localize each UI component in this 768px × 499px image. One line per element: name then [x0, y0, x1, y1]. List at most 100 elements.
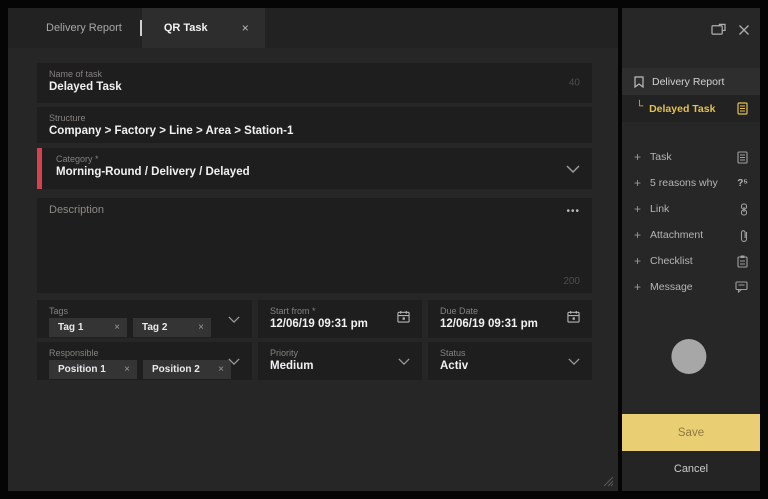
- chevron-down-icon[interactable]: [228, 352, 240, 370]
- message-icon: [735, 281, 748, 293]
- responsible-chips: Position 1 × Position 2 ×: [49, 360, 240, 379]
- start-from-label: Start from *: [270, 306, 316, 316]
- start-from-value: 12/06/19 09:31 pm: [270, 318, 368, 330]
- cancel-label: Cancel: [673, 463, 709, 475]
- form-row-dates: Tags Tag 1 × Tag 2 × Start from * 12/06/…: [37, 300, 592, 338]
- plus-icon: +: [634, 228, 642, 242]
- add-item-label: Attachment: [650, 229, 704, 241]
- sidebar-nav: Delivery Report └ Delayed Task: [622, 68, 760, 122]
- responsible-field[interactable]: Responsible Position 1 × Position 2 ×: [37, 342, 252, 380]
- sidebar-header: [622, 8, 760, 54]
- sidebar-item-label: Delivery Report: [652, 75, 725, 88]
- chevron-down-icon[interactable]: [228, 310, 240, 328]
- resize-handle[interactable]: [600, 473, 614, 487]
- sidebar-item-delayed-task[interactable]: └ Delayed Task: [622, 95, 760, 122]
- chevron-down-icon[interactable]: [566, 160, 580, 178]
- link-icon: [740, 202, 748, 216]
- due-date-value: 12/06/19 09:31 pm: [440, 318, 538, 330]
- structure-value: Company > Factory > Line > Area > Statio…: [49, 125, 294, 137]
- category-value: Morning-Round / Delivery / Delayed: [56, 166, 250, 178]
- responsible-chip-label: Position 2: [152, 364, 200, 375]
- form-row-assignment: Responsible Position 1 × Position 2 × Pr…: [37, 342, 592, 380]
- add-item-label: 5 reasons why: [650, 177, 718, 189]
- add-task-button[interactable]: + Task: [622, 144, 760, 170]
- avatar[interactable]: [671, 339, 707, 374]
- plus-icon: +: [634, 254, 642, 268]
- remove-tag-icon[interactable]: ×: [114, 322, 120, 333]
- plus-icon: +: [634, 150, 642, 164]
- app-window: Delivery Report QR Task × Name of task D…: [0, 0, 768, 499]
- char-counter: 200: [563, 276, 580, 287]
- remove-responsible-icon[interactable]: ×: [218, 364, 224, 375]
- attachment-icon: [740, 229, 748, 242]
- tag-chip[interactable]: Tag 1 ×: [49, 318, 127, 337]
- bookmark-icon: [634, 75, 644, 88]
- tab-label: Delivery Report: [46, 22, 122, 34]
- status-value: Activ: [440, 360, 469, 372]
- task-editor-panel: Delivery Report QR Task × Name of task D…: [8, 8, 618, 491]
- tag-chip[interactable]: Tag 2 ×: [133, 318, 211, 337]
- description-placeholder: Description: [49, 204, 105, 216]
- chevron-down-icon[interactable]: [568, 352, 580, 370]
- structure-label: Structure: [49, 113, 86, 123]
- add-item-label: Message: [650, 281, 693, 293]
- tags-label: Tags: [49, 306, 69, 316]
- priority-field[interactable]: Priority Medium: [258, 342, 422, 380]
- category-label: Category *: [56, 154, 99, 164]
- due-date-field[interactable]: Due Date 12/06/19 09:31 pm: [428, 300, 592, 338]
- description-field[interactable]: Description ••• 200: [37, 198, 592, 293]
- responsible-chip[interactable]: Position 1 ×: [49, 360, 137, 379]
- tab-close-icon[interactable]: ×: [228, 21, 249, 35]
- branch-icon: └: [636, 101, 644, 112]
- start-from-field[interactable]: Start from * 12/06/19 09:31 pm: [258, 300, 422, 338]
- responsible-chip-label: Position 1: [58, 364, 106, 375]
- cancel-button[interactable]: Cancel: [622, 451, 760, 491]
- char-counter: 40: [568, 77, 580, 89]
- plus-icon: +: [634, 202, 642, 216]
- save-button[interactable]: Save: [622, 414, 760, 451]
- checklist-icon: [737, 255, 748, 268]
- popout-window-icon[interactable]: [711, 23, 726, 41]
- close-icon[interactable]: [738, 23, 750, 41]
- add-item-label: Link: [650, 203, 670, 215]
- name-of-task-value[interactable]: Delayed Task: [49, 81, 580, 93]
- calendar-icon[interactable]: [397, 310, 410, 328]
- add-item-label: Checklist: [650, 255, 693, 267]
- category-field[interactable]: Category * Morning-Round / Delivery / De…: [37, 148, 592, 189]
- tab-label: QR Task: [163, 22, 208, 34]
- sidebar-item-label: Delayed Task: [649, 102, 716, 115]
- tab-delivery-report[interactable]: Delivery Report: [28, 8, 140, 48]
- structure-field[interactable]: Structure Company > Factory > Line > Are…: [37, 107, 592, 143]
- add-checklist-button[interactable]: + Checklist: [622, 248, 760, 274]
- add-item-label: Task: [650, 151, 672, 163]
- sidebar-item-delivery-report[interactable]: Delivery Report: [622, 68, 760, 95]
- tags-field[interactable]: Tags Tag 1 × Tag 2 ×: [37, 300, 252, 338]
- status-label: Status: [440, 348, 466, 358]
- calendar-icon[interactable]: [567, 310, 580, 328]
- add-link-button[interactable]: + Link: [622, 196, 760, 222]
- add-attachment-button[interactable]: + Attachment: [622, 222, 760, 248]
- responsible-chip[interactable]: Position 2 ×: [143, 360, 231, 379]
- plus-icon: +: [634, 176, 642, 190]
- task-list-icon: [737, 102, 748, 115]
- task-icon: [737, 150, 748, 164]
- tag-chip-label: Tag 1: [58, 322, 84, 333]
- due-date-label: Due Date: [440, 306, 479, 316]
- sidebar-add-section: + Task + 5 reasons why ?⁵ + Link + Attac…: [622, 144, 760, 300]
- tab-qr-task[interactable]: QR Task ×: [141, 8, 265, 48]
- five-whys-icon: ?⁵: [737, 177, 748, 189]
- add-five-whys-button[interactable]: + 5 reasons why ?⁵: [622, 170, 760, 196]
- responsible-label: Responsible: [49, 348, 99, 358]
- remove-responsible-icon[interactable]: ×: [124, 364, 130, 375]
- priority-value: Medium: [270, 360, 314, 372]
- priority-label: Priority: [270, 348, 299, 358]
- chevron-down-icon[interactable]: [398, 352, 410, 370]
- name-of-task-field[interactable]: Name of task Delayed Task 40: [37, 63, 592, 103]
- remove-tag-icon[interactable]: ×: [198, 322, 204, 333]
- task-form: Name of task Delayed Task 40 Structure C…: [37, 63, 592, 384]
- tag-chips: Tag 1 × Tag 2 ×: [49, 318, 240, 337]
- add-message-button[interactable]: + Message: [622, 274, 760, 300]
- task-sidebar: Delivery Report └ Delayed Task + Task + …: [622, 8, 760, 491]
- more-options-icon[interactable]: •••: [566, 206, 580, 217]
- status-field[interactable]: Status Activ: [428, 342, 592, 380]
